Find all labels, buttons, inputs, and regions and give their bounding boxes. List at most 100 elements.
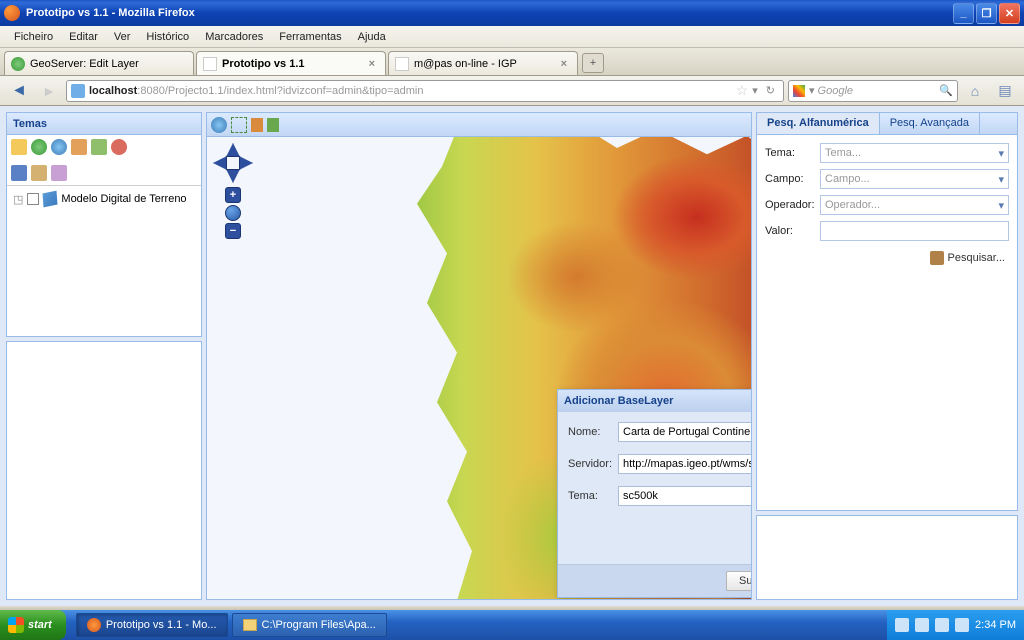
tab-label: GeoServer: Edit Layer bbox=[30, 58, 139, 70]
site-identity-icon bbox=[71, 84, 85, 98]
menu-file[interactable]: Ficheiro bbox=[6, 29, 61, 45]
tray-icon[interactable] bbox=[915, 618, 929, 632]
fullextent-icon[interactable] bbox=[231, 117, 247, 133]
google-icon bbox=[793, 85, 805, 97]
folder-icon bbox=[243, 619, 257, 631]
firefox-icon bbox=[87, 618, 101, 632]
tema-label: Tema: bbox=[765, 147, 820, 159]
window-maximize-button[interactable]: ❐ bbox=[976, 3, 997, 24]
tab-geoserver[interactable]: GeoServer: Edit Layer bbox=[4, 51, 194, 75]
pan-zoom-control: + − bbox=[213, 143, 253, 239]
globe-icon[interactable] bbox=[31, 139, 47, 155]
add-baselayer-dialog: Adicionar BaseLayer × Nome: Carta de Por… bbox=[557, 389, 751, 598]
base-layer-icon[interactable] bbox=[51, 139, 67, 155]
layer-label: Modelo Digital de Terreno bbox=[61, 193, 186, 205]
action-icon[interactable] bbox=[91, 139, 107, 155]
layer-icon[interactable] bbox=[71, 139, 87, 155]
menu-history[interactable]: Histórico bbox=[138, 29, 197, 45]
search-box[interactable]: ▾ Google 🔍 bbox=[788, 80, 958, 102]
delete-icon[interactable] bbox=[111, 139, 127, 155]
tab-avancada[interactable]: Pesq. Avançada bbox=[880, 113, 980, 134]
tab-label: m@pas on-line - IGP bbox=[414, 58, 517, 70]
zoom-out-button[interactable]: − bbox=[225, 223, 241, 239]
map-toolbar bbox=[207, 113, 751, 137]
clock[interactable]: 2:34 PM bbox=[975, 619, 1016, 631]
taskbar-item-label: C:\Program Files\Apa... bbox=[262, 619, 376, 631]
tab-mapas[interactable]: m@pas on-line - IGP × bbox=[388, 51, 578, 75]
navigation-bar: ◄ ► localhost:8080/Projecto1.1/index.htm… bbox=[0, 76, 1024, 106]
pan-west-button[interactable] bbox=[213, 156, 227, 170]
pin-icon[interactable] bbox=[251, 118, 263, 132]
taskbar-item-firefox[interactable]: Prototipo vs 1.1 - Mo... bbox=[76, 613, 228, 637]
pan-east-button[interactable] bbox=[239, 156, 253, 170]
themes-panel-header: Temas bbox=[7, 113, 201, 135]
forward-button[interactable]: ► bbox=[36, 79, 62, 103]
dropdown-arrow-icon[interactable]: ▾ bbox=[748, 84, 762, 97]
layer-checkbox[interactable] bbox=[27, 193, 39, 205]
dialog-titlebar[interactable]: Adicionar BaseLayer × bbox=[558, 390, 751, 412]
search-icon[interactable]: 🔍 bbox=[939, 84, 953, 97]
pan-north-button[interactable] bbox=[226, 143, 240, 157]
tab-close-icon[interactable]: × bbox=[557, 58, 571, 70]
menu-tools[interactable]: Ferramentas bbox=[271, 29, 349, 45]
identify-icon[interactable] bbox=[211, 117, 227, 133]
servidor-select[interactable]: http://mapas.igeo.pt/wms/sc500k bbox=[618, 454, 751, 474]
url-bar[interactable]: localhost:8080/Projecto1.1/index.html?id… bbox=[66, 80, 784, 102]
zoom-world-button[interactable] bbox=[225, 205, 241, 221]
menu-view[interactable]: Ver bbox=[106, 29, 139, 45]
tool-icon[interactable] bbox=[31, 165, 47, 181]
operador-combo[interactable]: Operador... bbox=[820, 195, 1009, 215]
taskbar-item-explorer[interactable]: C:\Program Files\Apa... bbox=[232, 613, 387, 637]
expand-icon[interactable]: ◳ bbox=[13, 193, 23, 206]
submeter-button[interactable]: Submeter bbox=[726, 571, 751, 591]
add-layer-icon[interactable] bbox=[11, 139, 27, 155]
page-content: Temas ◳ Modelo Digital de Terre bbox=[0, 106, 1024, 606]
start-button[interactable]: start bbox=[0, 610, 66, 640]
zoom-in-button[interactable]: + bbox=[225, 187, 241, 203]
geoserver-icon bbox=[11, 57, 25, 71]
window-close-button[interactable]: ✕ bbox=[999, 3, 1020, 24]
themes-panel: Temas ◳ Modelo Digital de Terre bbox=[6, 112, 202, 337]
tab-strip: GeoServer: Edit Layer Prototipo vs 1.1 ×… bbox=[0, 48, 1024, 76]
tema-select[interactable]: sc500k bbox=[618, 486, 751, 506]
map-canvas[interactable]: + − Adicionar BaseLayer × Nome: Carta bbox=[207, 137, 751, 599]
tema-label: Tema: bbox=[568, 490, 618, 502]
menu-bookmarks[interactable]: Marcadores bbox=[197, 29, 271, 45]
search-panel: Pesq. Alfanumérica Pesq. Avançada Tema: … bbox=[756, 112, 1018, 511]
bookmark-star-icon[interactable]: ☆ bbox=[736, 82, 749, 99]
menu-edit[interactable]: Editar bbox=[61, 29, 106, 45]
valor-input[interactable] bbox=[820, 221, 1009, 241]
window-minimize-button[interactable]: _ bbox=[953, 3, 974, 24]
reload-icon[interactable]: ↻ bbox=[762, 84, 779, 97]
tab-label: Prototipo vs 1.1 bbox=[222, 58, 305, 70]
cut-icon[interactable] bbox=[51, 165, 67, 181]
tray-icon[interactable] bbox=[895, 618, 909, 632]
tab-close-icon[interactable]: × bbox=[365, 58, 379, 70]
remove-pin-icon[interactable] bbox=[267, 118, 279, 132]
pan-south-button[interactable] bbox=[226, 169, 240, 183]
tab-alfanumerica[interactable]: Pesq. Alfanumérica bbox=[757, 113, 880, 134]
system-tray: 2:34 PM bbox=[887, 610, 1024, 640]
tab-prototipo[interactable]: Prototipo vs 1.1 × bbox=[196, 51, 386, 75]
back-button[interactable]: ◄ bbox=[6, 79, 32, 103]
dialog-title: Adicionar BaseLayer bbox=[564, 395, 673, 407]
save-icon[interactable] bbox=[11, 165, 27, 181]
campo-combo[interactable]: Campo... bbox=[820, 169, 1009, 189]
tray-icon[interactable] bbox=[935, 618, 949, 632]
layer-icon bbox=[43, 191, 58, 208]
map-panel: + − Adicionar BaseLayer × Nome: Carta bbox=[206, 112, 752, 600]
nome-input[interactable]: Carta de Portugal Continental bbox=[618, 422, 751, 442]
tema-combo[interactable]: Tema... bbox=[820, 143, 1009, 163]
new-tab-button[interactable]: + bbox=[582, 53, 604, 73]
bookmarks-button[interactable]: ▤ bbox=[992, 79, 1018, 103]
page-icon bbox=[395, 57, 409, 71]
tree-row[interactable]: ◳ Modelo Digital de Terreno bbox=[13, 192, 195, 206]
nome-label: Nome: bbox=[568, 426, 618, 438]
themes-toolbar bbox=[7, 135, 201, 186]
themes-panel-title: Temas bbox=[13, 118, 47, 130]
tray-icon[interactable] bbox=[955, 618, 969, 632]
pesquisar-button[interactable]: Pesquisar... bbox=[948, 252, 1005, 264]
menu-help[interactable]: Ajuda bbox=[350, 29, 394, 45]
home-button[interactable]: ⌂ bbox=[962, 79, 988, 103]
dropdown-arrow-icon[interactable]: ▾ bbox=[809, 84, 815, 97]
